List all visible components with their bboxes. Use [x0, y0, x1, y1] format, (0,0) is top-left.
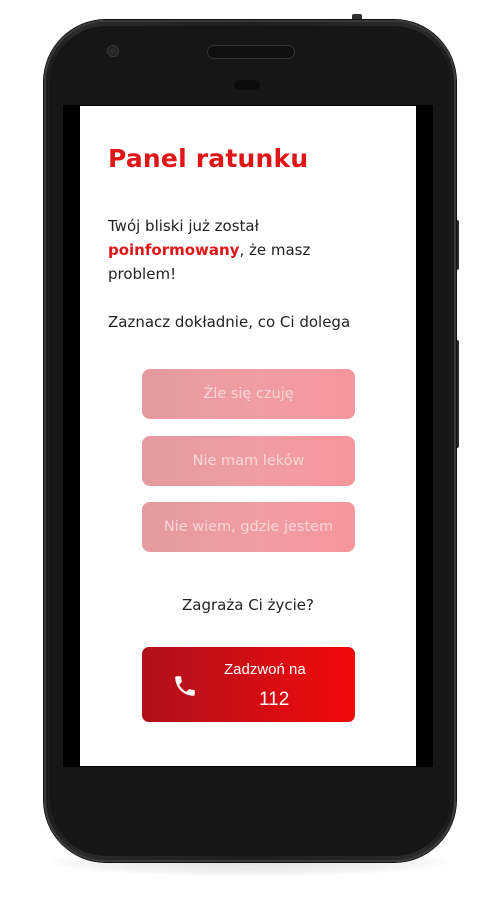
life-threat-question: Zagraża Ci życie? — [182, 596, 314, 614]
app-screen: Panel ratunku Twój bliski już został poin… — [80, 106, 416, 766]
message-highlight: poinformowany — [108, 241, 240, 259]
earpiece-speaker — [208, 46, 294, 58]
stage: Panel ratunku Twój bliski już został poin… — [0, 0, 500, 900]
call-button-label: Zadzwoń na — [224, 661, 306, 678]
option-lost-location-button[interactable]: Nie wiem, gdzie jestem — [142, 502, 355, 552]
message-text-start: Twój bliski już został — [108, 217, 259, 235]
call-button-number: 112 — [259, 689, 290, 710]
option-no-medication-button[interactable]: Nie mam leków — [142, 436, 355, 486]
notification-message: Twój bliski już został poinformowany, że … — [108, 214, 358, 286]
call-emergency-button[interactable]: Zadzwoń na 112 — [142, 647, 355, 722]
proximity-sensor — [234, 80, 260, 90]
phone-icon — [175, 676, 195, 696]
front-camera-icon — [108, 46, 118, 56]
option-feel-unwell-button[interactable]: Źle się czuję — [142, 369, 355, 419]
instruction-text: Zaznacz dokładnie, co Ci dolega — [108, 313, 351, 331]
page-title: Panel ratunku — [108, 144, 309, 173]
